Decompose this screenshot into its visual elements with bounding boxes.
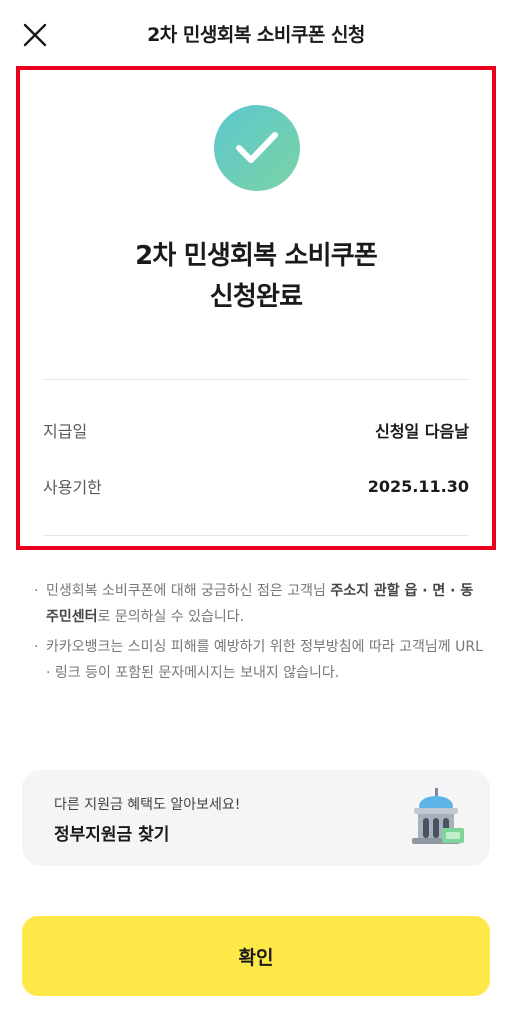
completion-title: 2차 민생회복 소비쿠폰 신청완료: [0, 236, 512, 318]
info-value: 2025.11.30: [367, 476, 469, 496]
check-icon: [236, 132, 278, 163]
completion-title-line1: 2차 민생회복 소비쿠폰: [135, 241, 378, 271]
notice-item: · 민생회복 소비쿠폰에 대해 궁금하신 점은 고객님 주소지 관할 읍 · 면…: [34, 578, 484, 630]
promo-title: 정부지원금 찾기: [54, 825, 170, 845]
promo-subtitle: 다른 지원금 혜택도 알아보세요!: [54, 797, 241, 813]
notice-list: · 민생회복 소비쿠폰에 대해 궁금하신 점은 고객님 주소지 관할 읍 · 면…: [34, 578, 484, 690]
confirm-button[interactable]: 확인: [22, 916, 490, 996]
info-row-expiry: 사용기한 2025.11.30: [43, 471, 469, 501]
notice-text: 민생회복 소비쿠폰에 대해 궁금하신 점은 고객님: [46, 583, 331, 599]
divider: [43, 535, 469, 536]
info-row-payment-date: 지급일 신청일 다음날: [43, 415, 469, 445]
notice-text: 카카오뱅크는 스미싱 피해를 예방하기 위한 정부방침에 따라 고객님께 URL…: [46, 639, 483, 681]
notice-text: 로 문의하실 수 있습니다.: [97, 609, 245, 625]
info-label: 지급일: [43, 422, 88, 441]
bullet: ·: [34, 639, 39, 655]
notice-item: · 카카오뱅크는 스미싱 피해를 예방하기 위한 정부방침에 따라 고객님께 U…: [34, 634, 484, 686]
bullet: ·: [34, 583, 39, 599]
info-value: 신청일 다음날: [375, 422, 469, 441]
confirm-button-label: 확인: [238, 946, 274, 969]
government-building-icon: [412, 788, 464, 844]
success-badge: [214, 105, 300, 191]
completion-title-line2: 신청완료: [209, 282, 303, 312]
top-bar: 2차 민생회복 소비쿠폰 신청: [0, 0, 512, 68]
gov-subsidy-card[interactable]: 다른 지원금 혜택도 알아보세요! 정부지원금 찾기: [22, 770, 490, 866]
info-label: 사용기한: [43, 478, 102, 497]
page-title: 2차 민생회복 소비쿠폰 신청: [147, 24, 365, 46]
divider: [43, 379, 469, 380]
